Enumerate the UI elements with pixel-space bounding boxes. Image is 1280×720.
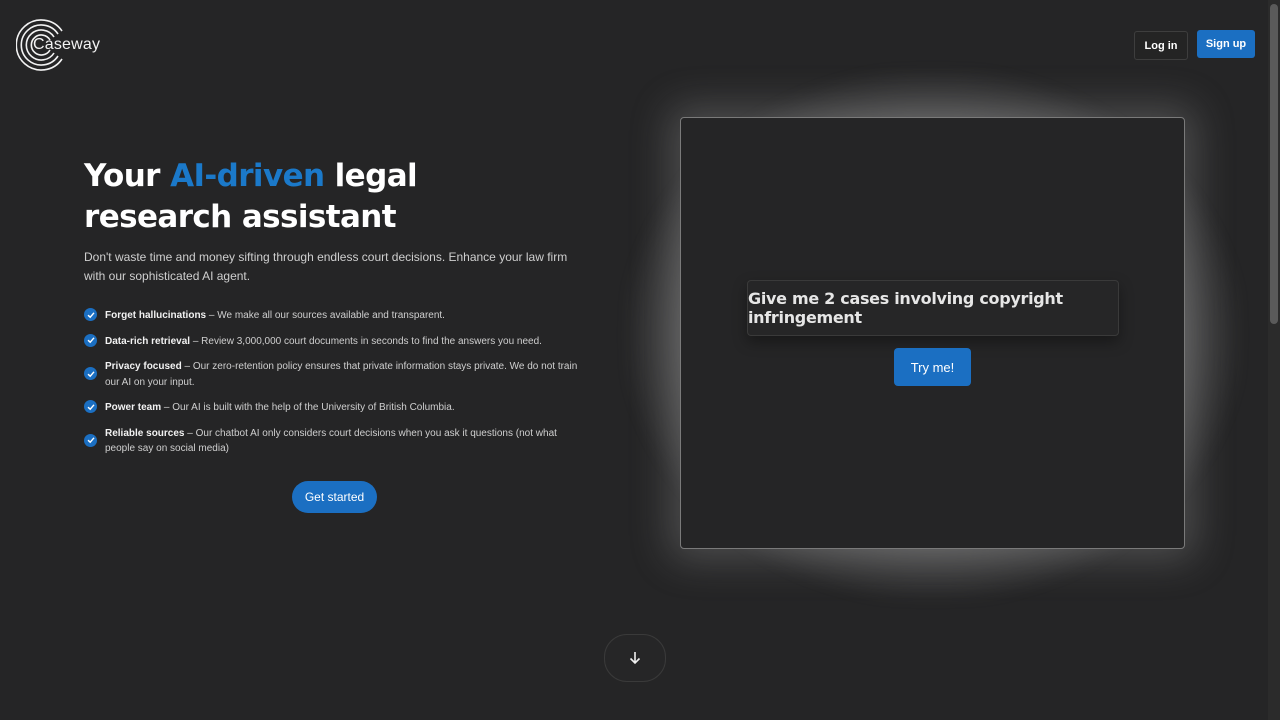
feature-title: Privacy focused — [105, 361, 182, 372]
feature-item: Reliable sources – Our chatbot AI only c… — [84, 426, 584, 457]
get-started-button[interactable]: Get started — [292, 481, 377, 513]
hero-title-accent: AI-driven — [170, 158, 325, 194]
checkmark-icon — [84, 308, 97, 321]
signup-button[interactable]: Sign up — [1197, 30, 1255, 58]
hero-title: Your AI-driven legal research assistant — [84, 156, 564, 238]
checkmark-icon — [84, 333, 97, 347]
scroll-down-button[interactable] — [604, 634, 666, 682]
checkmark-icon — [84, 433, 97, 447]
checkmark-icon — [84, 367, 97, 380]
scrollbar[interactable] — [1268, 0, 1280, 720]
login-button[interactable]: Log in — [1134, 31, 1188, 60]
feature-item: Data-rich retrieval – Review 3,000,000 c… — [84, 333, 584, 350]
checkmark-icon — [84, 400, 97, 413]
feature-text: – Review 3,000,000 court documents in se… — [190, 335, 542, 347]
example-prompt[interactable]: Give me 2 cases involving copyright infr… — [747, 280, 1119, 336]
feature-title: Data-rich retrieval — [105, 335, 191, 347]
hero-description: Don't waste time and money sifting throu… — [84, 250, 568, 283]
feature-text: – Our AI is built with the help of the U… — [161, 402, 455, 413]
feature-title: Power team — [105, 402, 162, 413]
demo-panel: Give me 2 cases involving copyright infr… — [680, 117, 1185, 549]
feature-item: Power team – Our AI is built with the he… — [84, 400, 584, 416]
logo[interactable]: Caseway — [16, 18, 100, 72]
feature-item: Forget hallucinations – We make all our … — [84, 308, 584, 324]
brand-name: Caseway — [33, 36, 101, 53]
feature-list: Forget hallucinations – We make all our … — [84, 308, 584, 457]
feature-text: – We make all our sources available and … — [206, 310, 445, 321]
arrow-down-icon — [629, 652, 641, 665]
try-me-button[interactable]: Try me! — [894, 348, 971, 386]
feature-title: Forget hallucinations — [105, 310, 207, 321]
hero-title-before: Your — [84, 158, 171, 194]
feature-item: Privacy focused – Our zero-retention pol… — [84, 359, 584, 390]
scrollbar-thumb[interactable] — [1270, 4, 1278, 324]
feature-title: Reliable sources — [105, 427, 185, 439]
